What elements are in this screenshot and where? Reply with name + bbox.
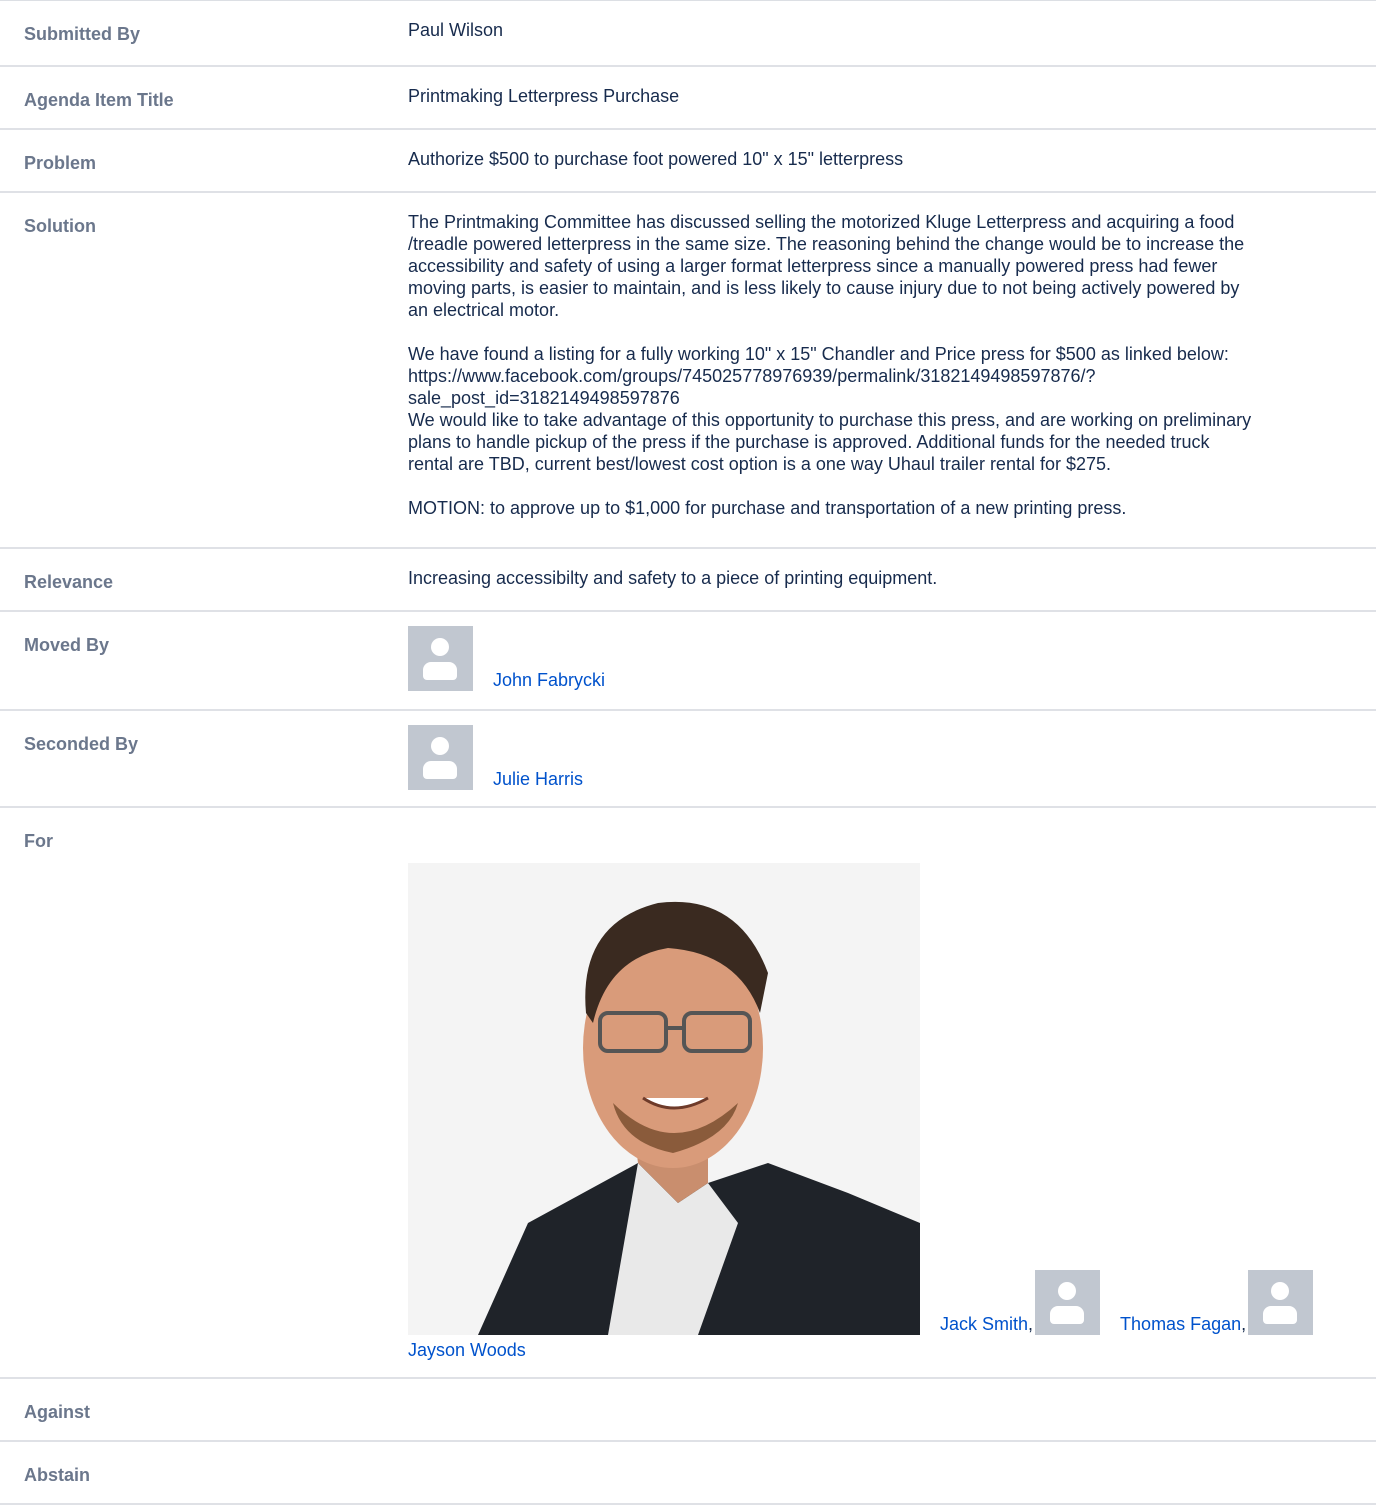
for-user-link-3[interactable]: Jayson Woods [408,1340,526,1360]
solution-paragraph-1: The Printmaking Committee has discussed … [408,212,1245,320]
moved-by-person: John Fabrycki [408,626,1352,691]
moved-by-user-link[interactable]: John Fabrycki [493,669,605,691]
row-problem: Problem Authorize $500 to purchase foot … [0,130,1376,193]
row-against: Against [0,1379,1376,1442]
moved-by-label: Moved By [24,635,110,655]
for-label: For [24,831,53,851]
submitted-by-label: Submitted By [24,24,141,44]
user-photo-avatar[interactable] [408,863,920,1335]
against-label: Against [24,1402,91,1422]
solution-label: Solution [24,216,96,236]
row-for: For Jack Smith, Thomas Fagan, Jayson Woo… [0,808,1376,1379]
for-user-link-1[interactable]: Jack Smith, [940,1313,1033,1335]
default-avatar-icon[interactable] [408,725,473,790]
solution-value: The Printmaking Committee has discussed … [390,193,1376,547]
row-seconded-by: Seconded By Julie Harris [0,711,1376,808]
moved-by-value: John Fabrycki [390,612,1376,709]
default-avatar-icon[interactable] [1248,1270,1314,1335]
relevance-label: Relevance [24,572,114,592]
problem-value: Authorize $500 to purchase foot powered … [408,149,904,169]
seconded-by-value: Julie Harris [390,711,1376,806]
for-voters-line: Jack Smith, Thomas Fagan, [408,863,1352,1335]
seconded-by-user-link[interactable]: Julie Harris [493,768,583,790]
seconded-by-person: Julie Harris [408,725,1352,790]
agenda-item-table: Submitted By Paul Wilson Agenda Item Tit… [0,0,1376,1505]
row-submitted-by: Submitted By Paul Wilson [0,1,1376,67]
against-value [390,1379,1376,1440]
problem-label: Problem [24,153,97,173]
row-solution: Solution The Printmaking Committee has d… [0,193,1376,549]
row-agenda-item-title: Agenda Item Title Printmaking Letterpres… [0,67,1376,130]
abstain-label: Abstain [24,1465,91,1485]
solution-motion: MOTION: to approve up to $1,000 for purc… [408,498,1127,518]
agenda-item-title-label: Agenda Item Title [24,90,174,110]
for-user-link-2[interactable]: Thomas Fagan, [1120,1313,1246,1335]
row-abstain: Abstain [0,1442,1376,1505]
submitted-by-value: Paul Wilson [408,20,504,40]
default-avatar-icon[interactable] [408,626,473,691]
default-avatar-icon[interactable] [1035,1270,1101,1335]
solution-paragraph-2: We have found a listing for a fully work… [408,344,1252,474]
agenda-item-title-value: Printmaking Letterpress Purchase [408,86,680,106]
relevance-value: Increasing accessibilty and safety to a … [408,568,938,588]
for-value: Jack Smith, Thomas Fagan, Jayson Woods [390,808,1376,1377]
seconded-by-label: Seconded By [24,734,139,754]
row-relevance: Relevance Increasing accessibilty and sa… [0,549,1376,612]
abstain-value [390,1442,1376,1503]
row-moved-by: Moved By John Fabrycki [0,612,1376,711]
